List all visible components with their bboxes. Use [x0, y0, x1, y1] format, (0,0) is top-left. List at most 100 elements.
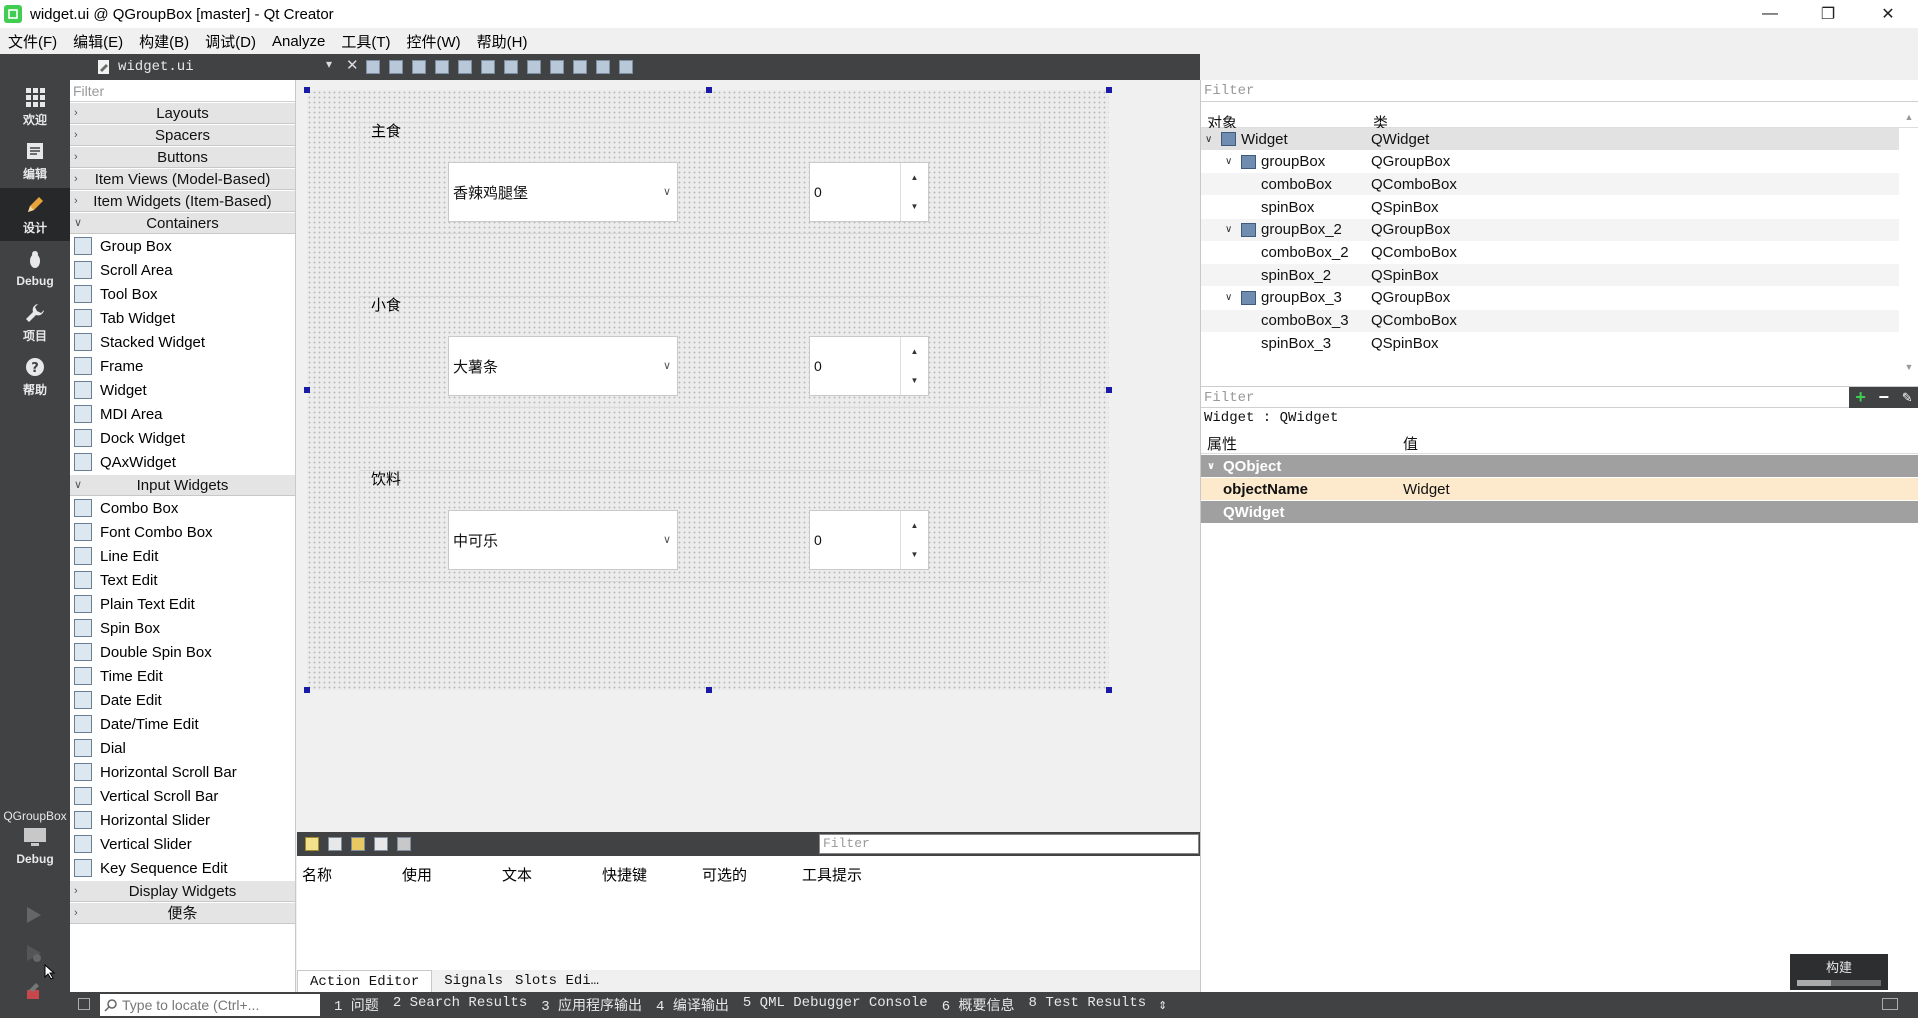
open-file-name[interactable]: widget.ui — [118, 59, 194, 75]
object-row-groupbox-2[interactable]: ∨ groupBox_2 QGroupBox — [1201, 218, 1899, 241]
widget-item-vertical-scroll-bar[interactable]: Vertical Scroll Bar — [70, 784, 295, 808]
widget-item-qaxwidget[interactable]: QAxWidget — [70, 450, 295, 474]
chevron-down-icon[interactable]: ∨ — [663, 185, 671, 198]
file-dropdown-arrow-icon[interactable]: ▾ — [326, 57, 332, 71]
widget-item-stacked-widget[interactable]: Stacked Widget — [70, 330, 295, 354]
resize-handle-b[interactable] — [706, 687, 712, 693]
column-header-shortcut[interactable]: 快捷键 — [602, 864, 647, 885]
widget-item-tool-box[interactable]: Tool Box — [70, 282, 295, 306]
widget-item-plain-text-edit[interactable]: Plain Text Edit — [70, 592, 295, 616]
property-group-qwidget[interactable]: QWidget — [1201, 501, 1918, 523]
property-row-objectname[interactable]: objectName Widget — [1201, 478, 1918, 500]
mode-projects[interactable]: 项目 — [0, 296, 70, 349]
menu-file[interactable]: 文件(F) — [0, 31, 65, 52]
chevron-down-icon[interactable]: ∨ — [663, 359, 671, 372]
widgetbox-filter-input[interactable]: Filter — [70, 80, 295, 102]
copy-action-icon[interactable] — [328, 837, 342, 851]
widget-item-date-edit[interactable]: Date Edit — [70, 688, 295, 712]
resize-handle-r[interactable] — [1106, 387, 1112, 393]
widget-item-widget[interactable]: Widget — [70, 378, 295, 402]
output-pane-2[interactable]: 2 Search Results — [393, 995, 527, 1015]
output-pane-7[interactable]: 8 Test Results — [1029, 995, 1147, 1015]
collapse-arrow-icon[interactable]: ∨ — [1207, 461, 1215, 472]
widget-item-double-spin-box[interactable]: Double Spin Box — [70, 640, 295, 664]
spin-up-icon[interactable]: ▲ — [901, 511, 928, 540]
menu-help[interactable]: 帮助(H) — [469, 31, 536, 52]
layout-horizontal-splitter-icon[interactable] — [504, 60, 518, 74]
widget-item-combo-box[interactable]: Combo Box — [70, 496, 295, 520]
property-value[interactable]: Widget — [1403, 481, 1450, 498]
widget-item-line-edit[interactable]: Line Edit — [70, 544, 295, 568]
chevron-down-icon[interactable]: ∨ — [663, 533, 671, 546]
build-button[interactable] — [22, 980, 44, 1006]
category-item-widgets-item-based[interactable]: › Item Widgets (Item-Based) — [70, 190, 295, 212]
run-button[interactable] — [22, 904, 44, 930]
configure-icon[interactable] — [397, 837, 411, 851]
layout-form-icon[interactable] — [573, 60, 587, 74]
widget-item-dial[interactable]: Dial — [70, 736, 295, 760]
column-header-value[interactable]: 值 — [1403, 433, 1418, 454]
tab-action-editor[interactable]: Action Editor — [297, 970, 433, 992]
output-pane-5[interactable]: 5 QML Debugger Console — [743, 995, 928, 1015]
widget-item-horizontal-slider[interactable]: Horizontal Slider — [70, 808, 295, 832]
widget-item-spin-box[interactable]: Spin Box — [70, 616, 295, 640]
action-filter-input[interactable]: Filter — [819, 834, 1199, 854]
expand-arrow-icon[interactable]: ∨ — [1225, 224, 1232, 235]
spin-box[interactable]: 0 ▲ ▼ — [809, 510, 929, 570]
form-widget[interactable]: 主食 香辣鸡腿堡 ∨ 0 ▲ ▼ 小食 大薯条 ∨ 0 ▲ ▼ 饮料 中可乐 ∨ 0 ▲ ▼ — [307, 90, 1109, 690]
resize-handle-br[interactable] — [1106, 687, 1112, 693]
expand-arrow-icon[interactable]: ∨ — [1225, 156, 1232, 167]
paste-action-icon[interactable] — [351, 837, 365, 851]
widget-item-frame[interactable]: Frame — [70, 354, 295, 378]
category-buttons[interactable]: › Buttons — [70, 146, 295, 168]
locator-input[interactable]: Type to locate (Ctrl+... — [100, 994, 320, 1016]
mode-help[interactable]: ? 帮助 — [0, 350, 70, 403]
tab-slots-editor[interactable]: Slots Edi… — [515, 973, 611, 989]
resize-handle-tl[interactable] — [304, 87, 310, 93]
toggle-output-icon[interactable] — [1882, 998, 1898, 1010]
resize-handle-tr[interactable] — [1106, 87, 1112, 93]
mode-design[interactable]: 设计 — [0, 188, 70, 241]
delete-action-icon[interactable] — [374, 837, 388, 851]
resize-handle-bl[interactable] — [304, 687, 310, 693]
pane-stepper-icon[interactable]: ⇕ — [1158, 999, 1167, 1012]
resize-handle-t[interactable] — [706, 87, 712, 93]
edit-widgets-icon[interactable] — [366, 60, 380, 74]
close-button[interactable]: ✕ — [1860, 0, 1916, 28]
spin-up-icon[interactable]: ▲ — [901, 163, 928, 192]
property-filter-input[interactable]: Filter — [1204, 390, 1254, 406]
widget-item-mdi-area[interactable]: MDI Area — [70, 402, 295, 426]
debug-run-button[interactable] — [22, 942, 44, 968]
restore-button[interactable]: ❐ — [1800, 0, 1856, 28]
edit-signals-slots-icon[interactable] — [389, 60, 403, 74]
object-row-combobox-2[interactable]: comboBox_2 QComboBox — [1201, 242, 1899, 264]
layout-horizontal-icon[interactable] — [458, 60, 472, 74]
new-action-icon[interactable] — [305, 837, 319, 851]
spin-box[interactable]: 0 ▲ ▼ — [809, 162, 929, 222]
spin-box[interactable]: 0 ▲ ▼ — [809, 336, 929, 396]
layout-vertical-icon[interactable] — [481, 60, 495, 74]
toggle-sidebar-icon[interactable] — [78, 998, 90, 1010]
object-row-groupbox[interactable]: ∨ groupBox QGroupBox — [1201, 151, 1899, 173]
spin-down-icon[interactable]: ▼ — [901, 540, 928, 569]
menu-build[interactable]: 构建(B) — [131, 31, 197, 52]
object-row-combobox[interactable]: comboBox QComboBox — [1201, 173, 1899, 196]
widget-item-text-edit[interactable]: Text Edit — [70, 568, 295, 592]
output-pane-6[interactable]: 6 概要信息 — [942, 995, 1015, 1015]
spin-down-icon[interactable]: ▼ — [901, 366, 928, 395]
expand-arrow-icon[interactable]: ∨ — [1205, 134, 1212, 145]
spin-down-icon[interactable]: ▼ — [901, 192, 928, 221]
object-filter-input[interactable]: Filter — [1201, 80, 1918, 102]
break-layout-icon[interactable] — [596, 60, 610, 74]
widget-item-vertical-slider[interactable]: Vertical Slider — [70, 832, 295, 856]
remove-property-icon[interactable]: − — [1879, 387, 1890, 408]
category-cat8[interactable]: › 便条 — [70, 902, 295, 924]
combo-box[interactable]: 中可乐 ∨ — [448, 510, 678, 570]
object-row-spinbox[interactable]: spinBox QSpinBox — [1201, 196, 1899, 218]
mode-welcome[interactable]: 欢迎 — [0, 80, 70, 133]
property-group-qobject[interactable]: ∨ QObject — [1201, 455, 1918, 477]
kit-selector[interactable]: Debug — [0, 826, 70, 876]
widget-item-group-box[interactable]: Group Box — [70, 234, 295, 258]
category-containers[interactable]: ∨ Containers — [70, 212, 295, 234]
widget-item-horizontal-scroll-bar[interactable]: Horizontal Scroll Bar — [70, 760, 295, 784]
